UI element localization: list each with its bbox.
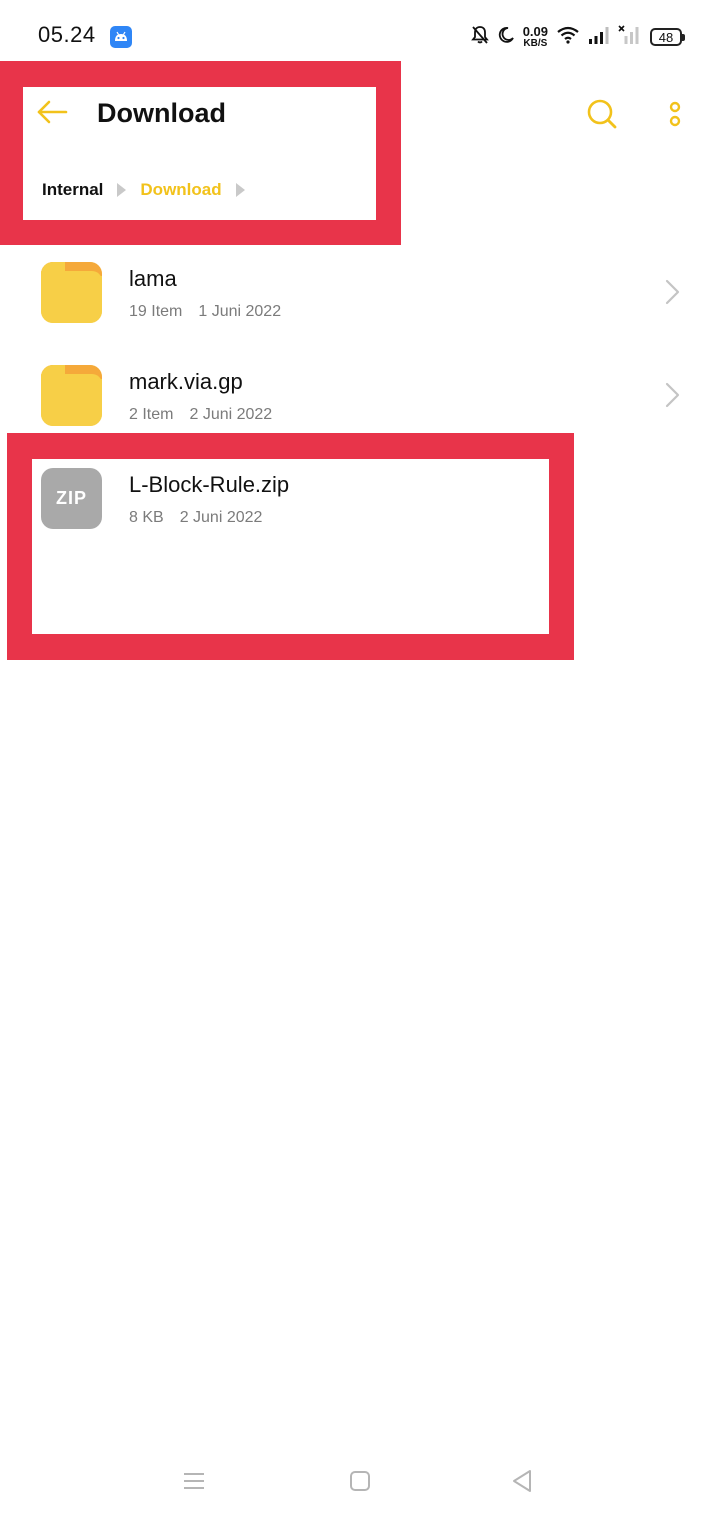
item-count: 19 Item (129, 303, 183, 320)
breadcrumb-arrow-icon (235, 183, 245, 197)
status-bar: 05.24 0.09 KB/S 48 (0, 0, 720, 74)
more-vertical-icon (662, 101, 688, 136)
search-icon (584, 99, 620, 136)
folder-icon (41, 365, 102, 426)
network-speed: 0.09 KB/S (523, 25, 548, 49)
app-header: Download Internal Download (0, 74, 720, 234)
search-button[interactable] (584, 96, 620, 132)
home-button[interactable] (344, 1468, 376, 1498)
speed-value: 0.09 (522, 24, 548, 39)
status-time: 05.24 (38, 22, 96, 47)
file-size: 8 KB (129, 509, 164, 526)
recent-apps-button[interactable] (178, 1468, 210, 1498)
bell-off-icon (470, 25, 489, 50)
file-date: 1 Juni 2022 (198, 303, 282, 320)
speed-unit: KB/S (523, 38, 548, 49)
list-item-mark-via-gp[interactable]: mark.via.gp 2 Item 2 Juni 2022 (0, 343, 720, 446)
file-meta: 8 KB 2 Juni 2022 (129, 509, 262, 527)
zip-file-icon: ZIP (41, 468, 102, 529)
battery-icon: 48 (650, 28, 685, 46)
breadcrumb-download[interactable]: Download (140, 180, 221, 200)
system-nav-bar (0, 1440, 720, 1520)
back-nav-button[interactable] (506, 1468, 538, 1498)
page-title: Download (97, 98, 226, 128)
file-meta: 2 Item 2 Juni 2022 (129, 406, 272, 424)
signal-icon (588, 25, 610, 50)
file-name: lama (129, 266, 177, 291)
file-list: lama 19 Item 1 Juni 2022 mark.via.gp 2 I… (0, 240, 720, 549)
home-square-icon (349, 1470, 371, 1497)
item-count: 2 Item (129, 406, 174, 423)
android-app-icon (110, 26, 132, 48)
status-icons: 0.09 KB/S 48 (470, 22, 685, 52)
file-date: 2 Juni 2022 (179, 509, 263, 526)
breadcrumb: Internal Download (42, 180, 245, 200)
menu-lines-icon (182, 1471, 206, 1496)
chevron-right-icon (660, 278, 684, 306)
file-name: mark.via.gp (129, 369, 243, 394)
file-meta: 19 Item 1 Juni 2022 (129, 303, 281, 321)
folder-icon (41, 262, 102, 323)
file-date: 2 Juni 2022 (189, 406, 273, 423)
breadcrumb-internal[interactable]: Internal (42, 180, 103, 200)
battery-level: 48 (658, 29, 674, 45)
breadcrumb-arrow-icon (117, 183, 127, 197)
more-options-button[interactable] (662, 96, 688, 132)
list-item-lama[interactable]: lama 19 Item 1 Juni 2022 (0, 240, 720, 343)
back-triangle-icon (511, 1469, 533, 1498)
back-button[interactable] (34, 96, 70, 132)
file-name: L-Block-Rule.zip (129, 472, 290, 497)
moon-icon (497, 26, 515, 49)
list-item-l-block-rule-zip[interactable]: ZIP L-Block-Rule.zip 8 KB 2 Juni 2022 (0, 446, 720, 549)
wifi-icon (556, 25, 580, 50)
arrow-left-icon (36, 100, 68, 129)
signal-no-service-icon (618, 24, 640, 50)
chevron-right-icon (660, 381, 684, 409)
